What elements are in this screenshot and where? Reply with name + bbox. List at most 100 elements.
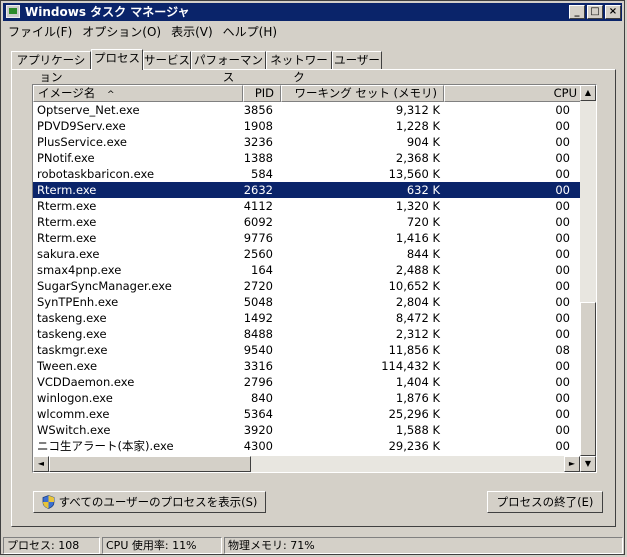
process-row[interactable]: Tween.exe 3316 114,432 K 00 bbox=[33, 358, 584, 374]
process-name-cell: Rterm.exe bbox=[37, 183, 97, 197]
process-pid-cell: 2560 bbox=[243, 247, 273, 261]
vertical-scrollbar[interactable]: ▲ ▼ bbox=[580, 85, 596, 472]
vertical-scroll-thumb[interactable] bbox=[580, 302, 596, 456]
process-row[interactable]: taskmgr.exe 9540 11,856 K 08 bbox=[33, 342, 584, 358]
process-row[interactable]: taskeng.exe 1492 8,472 K 00 bbox=[33, 310, 584, 326]
process-name-cell: sakura.exe bbox=[37, 247, 100, 261]
title-bar[interactable]: Windows タスク マネージャ _ □ × bbox=[3, 3, 622, 21]
process-memory-cell: 1,404 K bbox=[395, 375, 440, 389]
process-pid-cell: 2720 bbox=[243, 279, 273, 293]
process-cpu-cell: 00 bbox=[555, 119, 570, 133]
status-physical-memory: 物理メモリ: 71% bbox=[224, 537, 623, 554]
process-name-cell: smax4pnp.exe bbox=[37, 263, 122, 277]
process-row[interactable]: Rterm.exe 4112 1,320 K 00 bbox=[33, 198, 584, 214]
process-row[interactable]: WSwitch.exe 3920 1,588 K 00 bbox=[33, 422, 584, 438]
process-name-cell: wlcomm.exe bbox=[37, 407, 110, 421]
minimize-button[interactable]: _ bbox=[569, 5, 585, 19]
process-cpu-cell: 00 bbox=[555, 359, 570, 373]
process-cpu-cell: 00 bbox=[555, 327, 570, 341]
process-memory-cell: 8,472 K bbox=[395, 311, 440, 325]
process-list[interactable]: イメージ名 ^ PID ワーキング セット (メモリ) CPU Optserve… bbox=[32, 84, 597, 473]
column-header-pid[interactable]: PID bbox=[243, 85, 281, 102]
tab-users[interactable]: ユーザー bbox=[332, 51, 382, 69]
process-row[interactable]: Rterm.exe 6092 720 K 00 bbox=[33, 214, 584, 230]
column-header-working-set[interactable]: ワーキング セット (メモリ) bbox=[281, 85, 444, 102]
window-title: Windows タスク マネージャ bbox=[25, 5, 190, 19]
menu-file[interactable]: ファイル(F) bbox=[3, 23, 77, 41]
process-cpu-cell: 08 bbox=[555, 343, 570, 357]
process-name-cell: SynTPEnh.exe bbox=[37, 295, 119, 309]
process-row[interactable]: SynTPEnh.exe 5048 2,804 K 00 bbox=[33, 294, 584, 310]
process-row[interactable]: ニコ生アラート(本家).exe 4300 29,236 K 00 bbox=[33, 438, 584, 454]
process-cpu-cell: 00 bbox=[555, 279, 570, 293]
scroll-up-arrow-icon[interactable]: ▲ bbox=[580, 85, 596, 101]
process-memory-cell: 1,416 K bbox=[395, 231, 440, 245]
process-row[interactable]: winlogon.exe 840 1,876 K 00 bbox=[33, 390, 584, 406]
process-name-cell: SugarSyncManager.exe bbox=[37, 279, 172, 293]
process-cpu-cell: 00 bbox=[555, 103, 570, 117]
processes-panel: イメージ名 ^ PID ワーキング セット (メモリ) CPU Optserve… bbox=[11, 69, 616, 527]
process-cpu-cell: 00 bbox=[555, 231, 570, 245]
process-pid-cell: 840 bbox=[251, 391, 273, 405]
process-cpu-cell: 00 bbox=[555, 263, 570, 277]
process-row[interactable]: PNotif.exe 1388 2,368 K 00 bbox=[33, 150, 584, 166]
column-header-label: イメージ名 bbox=[38, 86, 96, 100]
process-row[interactable]: taskeng.exe 8488 2,312 K 00 bbox=[33, 326, 584, 342]
horizontal-scroll-thumb[interactable] bbox=[49, 456, 251, 472]
process-name-cell: taskeng.exe bbox=[37, 311, 107, 325]
process-pid-cell: 4112 bbox=[243, 199, 273, 213]
process-memory-cell: 2,368 K bbox=[395, 151, 440, 165]
column-header-cpu[interactable]: CPU bbox=[444, 85, 584, 102]
process-memory-cell: 2,804 K bbox=[395, 295, 440, 309]
process-memory-cell: 10,652 K bbox=[388, 279, 440, 293]
tab-performance[interactable]: パフォーマンス bbox=[191, 51, 266, 84]
process-row[interactable]: sakura.exe 2560 844 K 00 bbox=[33, 246, 584, 262]
process-row[interactable]: PDVD9Serv.exe 1908 1,228 K 00 bbox=[33, 118, 584, 134]
process-memory-cell: 1,320 K bbox=[395, 199, 440, 213]
process-cpu-cell: 00 bbox=[555, 311, 570, 325]
tab-applications[interactable]: アプリケーション bbox=[11, 51, 91, 84]
process-pid-cell: 5048 bbox=[243, 295, 273, 309]
process-name-cell: robotaskbaricon.exe bbox=[37, 167, 155, 181]
horizontal-scrollbar[interactable]: ◄ ► bbox=[33, 456, 580, 472]
process-memory-cell: 632 K bbox=[406, 183, 440, 197]
tab-services[interactable]: サービス bbox=[143, 51, 191, 69]
process-memory-cell: 25,296 K bbox=[388, 407, 440, 421]
process-row[interactable]: smax4pnp.exe 164 2,488 K 00 bbox=[33, 262, 584, 278]
process-name-cell: WSwitch.exe bbox=[37, 423, 111, 437]
tab-processes[interactable]: プロセス bbox=[91, 49, 143, 70]
menu-view[interactable]: 表示(V) bbox=[166, 23, 218, 41]
sort-ascending-icon: ^ bbox=[106, 90, 115, 100]
process-cpu-cell: 00 bbox=[555, 167, 570, 181]
menu-options[interactable]: オプション(O) bbox=[77, 23, 166, 41]
scroll-left-arrow-icon[interactable]: ◄ bbox=[33, 456, 49, 472]
process-row[interactable]: PlusService.exe 3236 904 K 00 bbox=[33, 134, 584, 150]
process-name-cell: Tween.exe bbox=[37, 359, 98, 373]
process-row[interactable]: Rterm.exe 2632 632 K 00 bbox=[33, 182, 584, 198]
process-row[interactable]: robotaskbaricon.exe 584 13,560 K 00 bbox=[33, 166, 584, 182]
process-row[interactable]: Rterm.exe 9776 1,416 K 00 bbox=[33, 230, 584, 246]
process-row[interactable]: VCDDaemon.exe 2796 1,404 K 00 bbox=[33, 374, 584, 390]
tab-networking[interactable]: ネットワーク bbox=[266, 51, 332, 84]
process-cpu-cell: 00 bbox=[555, 423, 570, 437]
process-memory-cell: 904 K bbox=[406, 135, 440, 149]
process-memory-cell: 114,432 K bbox=[381, 359, 440, 373]
status-process-count: プロセス: 108 bbox=[3, 537, 100, 554]
column-header-image-name[interactable]: イメージ名 ^ bbox=[33, 85, 243, 102]
process-memory-cell: 11,856 K bbox=[388, 343, 440, 357]
process-pid-cell: 2632 bbox=[243, 183, 273, 197]
scroll-down-arrow-icon[interactable]: ▼ bbox=[580, 456, 596, 472]
process-pid-cell: 3236 bbox=[243, 135, 273, 149]
process-row[interactable]: Optserve_Net.exe 3856 9,312 K 00 bbox=[33, 102, 584, 118]
process-name-cell: Rterm.exe bbox=[37, 231, 97, 245]
process-cpu-cell: 00 bbox=[555, 439, 570, 453]
process-pid-cell: 9776 bbox=[243, 231, 273, 245]
end-process-button[interactable]: プロセスの終了(E) bbox=[487, 491, 603, 513]
close-button[interactable]: × bbox=[605, 5, 621, 19]
maximize-button[interactable]: □ bbox=[587, 5, 603, 19]
show-all-users-processes-button[interactable]: すべてのユーザーのプロセスを表示(S) bbox=[33, 491, 266, 513]
process-row[interactable]: wlcomm.exe 5364 25,296 K 00 bbox=[33, 406, 584, 422]
menu-help[interactable]: ヘルプ(H) bbox=[218, 23, 282, 41]
process-row[interactable]: SugarSyncManager.exe 2720 10,652 K 00 bbox=[33, 278, 584, 294]
scroll-right-arrow-icon[interactable]: ► bbox=[564, 456, 580, 472]
